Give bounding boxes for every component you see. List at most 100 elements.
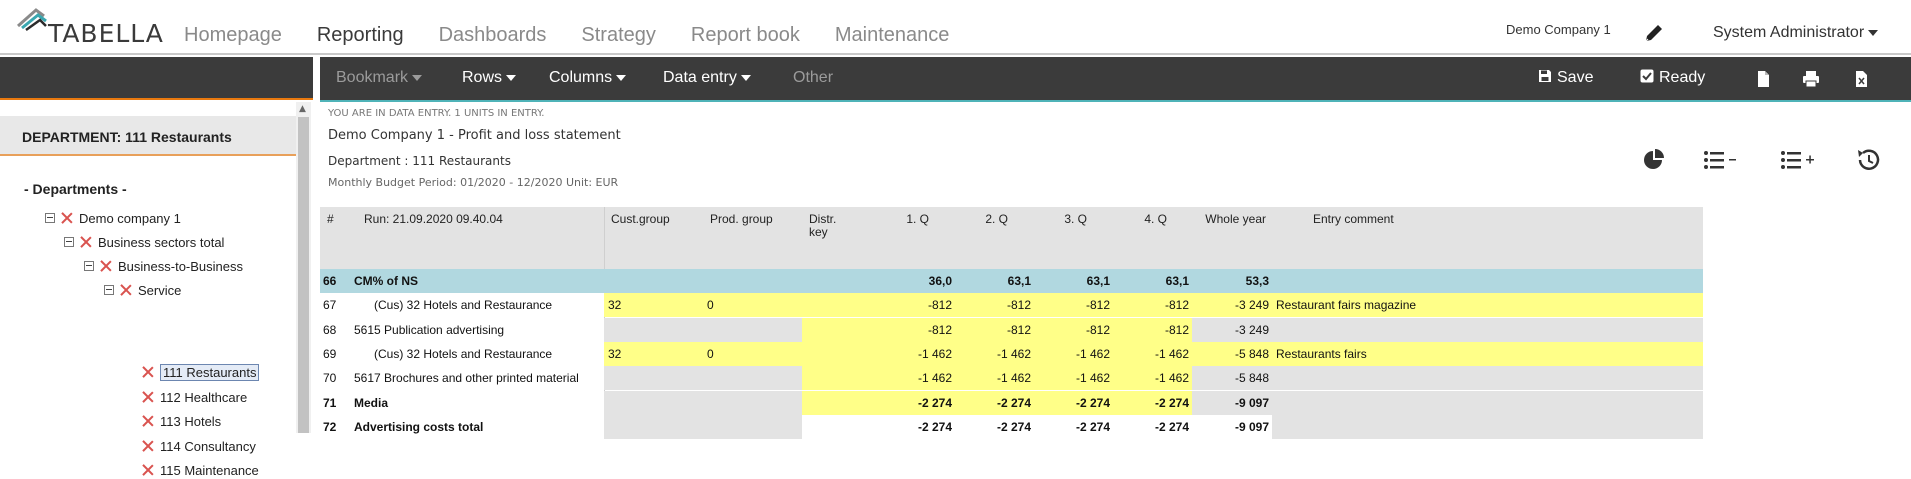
nav-dashboards[interactable]: Dashboards xyxy=(439,24,547,47)
tree-node-115-maintenance[interactable]: 115 Maintenance xyxy=(142,461,259,479)
cell-whole: -5 848 xyxy=(1192,366,1272,391)
department-title: DEPARTMENT: 111 Restaurants xyxy=(22,129,232,145)
user-menu[interactable]: System Administrator xyxy=(1713,24,1879,42)
cell-q3: -2 274 xyxy=(1034,390,1113,415)
cell-label: 5615 Publication advertising xyxy=(350,317,604,342)
cell-q3[interactable]: -1 462 xyxy=(1034,366,1113,391)
cell-q4[interactable]: -1 462 xyxy=(1113,366,1192,391)
collapse-rows-icon[interactable] xyxy=(1703,148,1743,172)
user-name: System Administrator xyxy=(1713,24,1865,41)
tree-node-business-sectors-total[interactable]: Business sectors total xyxy=(64,233,224,251)
nav-maintenance[interactable]: Maintenance xyxy=(835,24,950,47)
print-icon[interactable] xyxy=(1802,70,1820,88)
cell-q4[interactable]: -1 462 xyxy=(1113,341,1192,366)
cell-prod[interactable]: 0 xyxy=(703,341,802,366)
report-table: # Run: 21.09.2020 09.40.04 Cust.group Pr… xyxy=(320,207,1703,439)
x-icon xyxy=(80,236,92,248)
pencil-icon[interactable] xyxy=(1643,22,1665,44)
cell-q1[interactable]: -1 462 xyxy=(875,341,955,366)
cell-comment[interactable]: Restaurants fairs xyxy=(1272,341,1703,366)
collapse-icon[interactable] xyxy=(64,237,74,247)
collapse-icon[interactable] xyxy=(45,213,55,223)
header-q4: 4. Q xyxy=(1144,212,1167,226)
tree-node-service[interactable]: Service xyxy=(104,281,181,299)
table-row: 66 CM% of NS 36,0 63,1 63,1 63,1 53,3 xyxy=(320,269,1703,293)
nav-strategy[interactable]: Strategy xyxy=(581,24,655,47)
excel-export-icon[interactable] xyxy=(1852,70,1870,88)
cell-q1[interactable]: -812 xyxy=(875,317,955,342)
cell-prod xyxy=(703,366,802,391)
collapse-icon[interactable] xyxy=(84,261,94,271)
cell-whole: -3 249 xyxy=(1192,293,1272,318)
rows-menu[interactable]: Rows xyxy=(462,69,517,87)
cell-comment xyxy=(1272,414,1703,439)
cell-q4: 63,1 xyxy=(1113,269,1192,293)
cell-comment[interactable]: Restaurant fairs magazine xyxy=(1272,293,1703,318)
table-header xyxy=(320,207,1703,269)
cell-q2[interactable]: -812 xyxy=(955,293,1034,318)
cell-q3[interactable]: -1 462 xyxy=(1034,341,1113,366)
cell-q2[interactable]: -1 462 xyxy=(955,341,1034,366)
nav-reporting[interactable]: Reporting xyxy=(317,24,404,47)
history-icon[interactable] xyxy=(1855,148,1883,172)
tree-node-business-to-business[interactable]: Business-to-Business xyxy=(84,257,243,275)
bookmark-menu[interactable]: Bookmark xyxy=(336,69,423,87)
ready-button[interactable]: Ready xyxy=(1640,69,1705,87)
data-entry-label: Data entry xyxy=(663,69,737,86)
cell-q2[interactable]: -812 xyxy=(955,317,1034,342)
table-row: 68 5615 Publication advertising -812 -812 -8… xyxy=(320,317,1703,342)
cell-q4[interactable]: -812 xyxy=(1113,293,1192,318)
cell-label: Advertising costs total xyxy=(350,414,604,439)
cell-cust[interactable]: 32 xyxy=(604,341,703,366)
pie-chart-icon[interactable] xyxy=(1641,148,1669,172)
tree-node-113-hotels[interactable]: 113 Hotels xyxy=(142,412,221,430)
cell-q3[interactable]: -812 xyxy=(1034,317,1113,342)
cell-cust[interactable]: 32 xyxy=(604,293,703,318)
cell-q2[interactable]: -1 462 xyxy=(955,366,1034,391)
save-button[interactable]: Save xyxy=(1538,69,1593,87)
department-info: Department : 111 Restaurants xyxy=(328,154,511,168)
left-panel-header xyxy=(0,57,313,100)
cell-q1[interactable]: -812 xyxy=(875,293,955,318)
tree-node-111-restaurants[interactable]: 111 Restaurants xyxy=(142,363,260,381)
nav-report-book[interactable]: Report book xyxy=(691,24,800,47)
cell-q1: -2 274 xyxy=(875,414,955,439)
chevron-down-icon xyxy=(616,74,627,81)
checkbox-checked-icon xyxy=(1640,69,1654,83)
tree-header: - Departments - xyxy=(24,181,127,197)
other-menu[interactable]: Other xyxy=(793,69,833,87)
tabella-logo[interactable]: TABELLA xyxy=(14,6,164,48)
collapse-icon[interactable] xyxy=(104,285,114,295)
top-navbar: TABELLA Homepage Reporting Dashboards St… xyxy=(0,0,1911,55)
cell-q1[interactable]: -1 462 xyxy=(875,366,955,391)
table-row: 72 Advertising costs total -2 274 -2 274 -2 … xyxy=(320,414,1703,439)
header-whole-year: Whole year xyxy=(1205,212,1266,226)
company-name[interactable]: Demo Company 1 xyxy=(1506,22,1611,37)
cell-prod xyxy=(703,414,802,439)
cell-q4[interactable]: -812 xyxy=(1113,317,1192,342)
cell-prod[interactable]: 0 xyxy=(703,293,802,318)
cell-prod xyxy=(703,269,802,293)
cell-q2: -2 274 xyxy=(955,390,1034,415)
nav-homepage[interactable]: Homepage xyxy=(184,24,282,47)
tree-node-112-healthcare[interactable]: 112 Healthcare xyxy=(142,388,247,406)
header-q2: 2. Q xyxy=(985,212,1008,226)
main-nav: Homepage Reporting Dashboards Strategy R… xyxy=(184,24,984,47)
x-icon xyxy=(142,464,154,476)
cell-q3[interactable]: -812 xyxy=(1034,293,1113,318)
tree-node-label: Service xyxy=(138,282,182,298)
data-entry-menu[interactable]: Data entry xyxy=(663,69,751,87)
table-row: 67 (Cus) 32 Hotels and Restaurance 32 0 -812… xyxy=(320,293,1703,318)
scroll-up-icon[interactable]: ▲ xyxy=(299,104,306,114)
table-row: 70 5617 Brochures and other printed mater… xyxy=(320,366,1703,391)
tree-node-114-consultancy[interactable]: 114 Consultancy xyxy=(142,437,256,455)
cell-num: 67 xyxy=(320,293,350,318)
expand-rows-icon[interactable] xyxy=(1780,148,1820,172)
tree-node-demo-company-1[interactable]: Demo company 1 xyxy=(45,209,181,227)
table-row: 71 Media -2 274 -2 274 -2 274 -2 274 -9 097 xyxy=(320,390,1703,415)
cell-q1: -2 274 xyxy=(875,390,955,415)
document-icon[interactable] xyxy=(1754,70,1772,88)
left-scrollbar-thumb[interactable] xyxy=(298,117,309,433)
x-icon xyxy=(142,366,154,378)
columns-menu[interactable]: Columns xyxy=(549,69,627,87)
